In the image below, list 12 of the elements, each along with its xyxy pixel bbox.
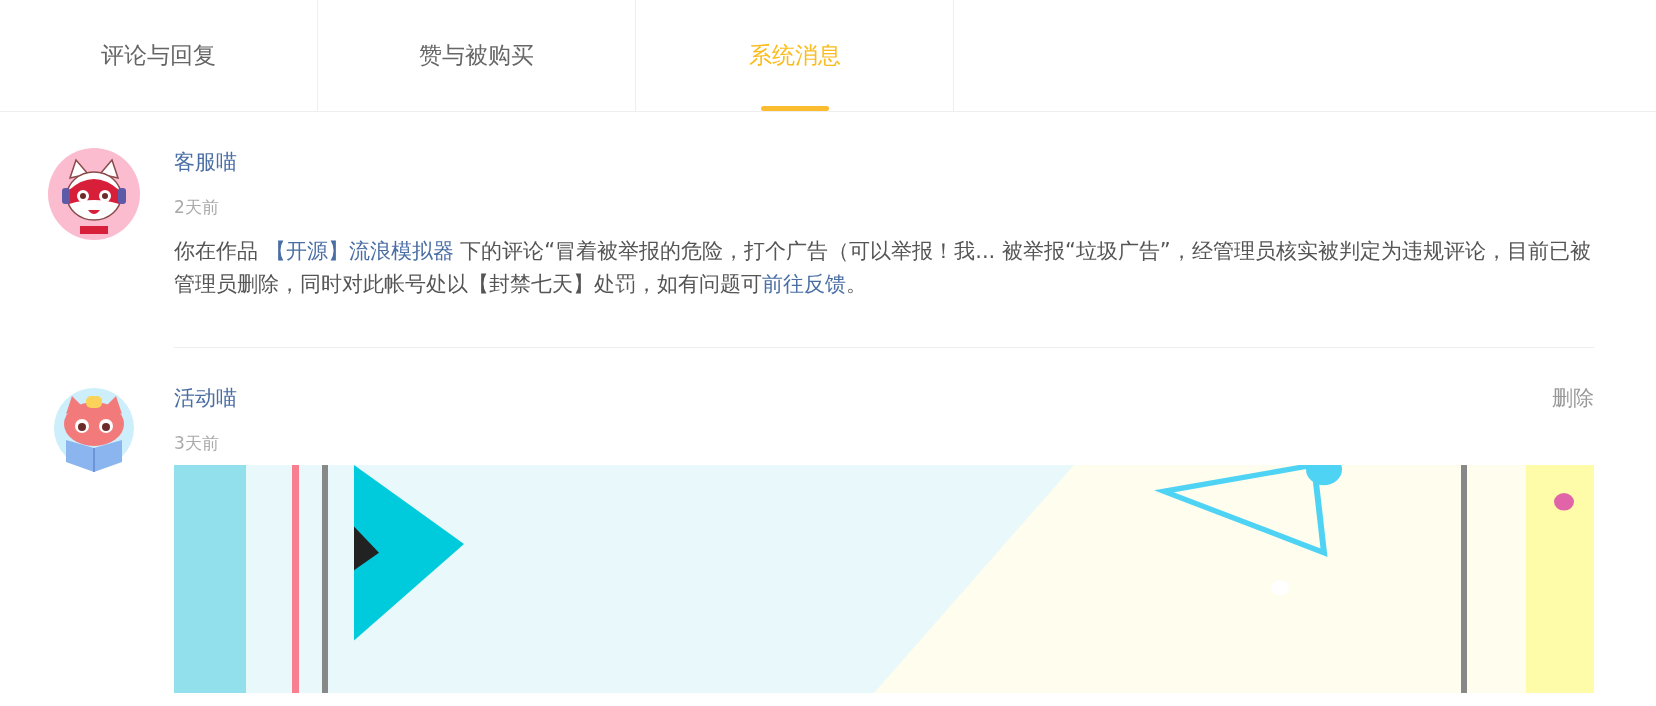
message-time: 3天前 xyxy=(174,432,219,455)
tab[interactable]: 评论与回复 xyxy=(0,0,318,111)
cat-avatar-icon xyxy=(48,148,140,240)
message-link[interactable]: 【开源】流浪模拟器 xyxy=(264,239,454,263)
message-time: 2天前 xyxy=(174,196,219,219)
tab[interactable]: 赞与被购买 xyxy=(318,0,636,111)
sender-name[interactable]: 活动喵 xyxy=(174,384,237,412)
delete-button[interactable]: 删除 xyxy=(1552,384,1594,412)
message-text: 你在作品 【开源】流浪模拟器 下的评论“冒着被举报的危险，打个广告（可以举报！我... 被举报“垃圾广告”，经管理员核实被判定为违规评论，目前已被管理员删除，同时对此帐号处以【封禁七天】处罚，如有问题可前往反馈。 xyxy=(174,235,1594,348)
sender-name[interactable]: 客服喵 xyxy=(174,148,237,176)
message-link[interactable]: 前往反馈 xyxy=(762,272,846,296)
active-tab-underline xyxy=(760,106,829,111)
